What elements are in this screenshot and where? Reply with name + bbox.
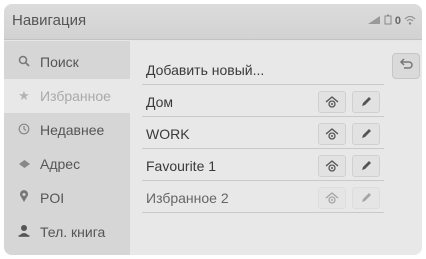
- sidebar-item-favorites[interactable]: ★ Избранное: [4, 79, 130, 113]
- back-arrow-icon: [399, 57, 413, 75]
- poi-pin-icon: [16, 190, 32, 206]
- clock-icon: [16, 123, 32, 138]
- sidebar-item-label: POI: [40, 190, 65, 206]
- pencil-icon: [360, 128, 372, 140]
- contact-icon: [16, 224, 32, 240]
- address-icon: [16, 157, 32, 172]
- add-new-favorite-button[interactable]: Добавить новый...: [142, 55, 384, 85]
- battery-icon: [384, 14, 392, 28]
- favorite-name: WORK: [146, 125, 190, 142]
- sidebar-item-phonebook[interactable]: Тел. книга: [4, 215, 130, 249]
- home-pin-icon: [324, 191, 340, 205]
- home-pin-icon: [324, 159, 340, 173]
- status-area: 0: [367, 14, 416, 28]
- home-pin-icon: [324, 127, 340, 141]
- set-home-button[interactable]: [318, 155, 346, 177]
- sidebar-item-label: Тел. книга: [40, 224, 106, 240]
- page-title: Навигация: [12, 12, 87, 29]
- edit-button[interactable]: [352, 91, 380, 113]
- home-pin-icon: [324, 95, 340, 109]
- sidebar: Поиск ★ Избранное Недавнее Адрес POI Тел…: [4, 41, 130, 255]
- set-home-button[interactable]: [318, 123, 346, 145]
- favorite-name: Избранное 2: [146, 189, 229, 206]
- back-button[interactable]: [392, 53, 420, 79]
- pencil-icon: [360, 96, 372, 108]
- signal-icon: [367, 15, 381, 28]
- edit-button: [352, 187, 380, 209]
- header-bar: Навигация 0: [4, 4, 422, 40]
- sidebar-item-address[interactable]: Адрес: [4, 147, 130, 181]
- set-home-button[interactable]: [318, 91, 346, 113]
- edit-button[interactable]: [352, 155, 380, 177]
- sidebar-item-label: Недавнее: [40, 122, 105, 138]
- sidebar-item-poi[interactable]: POI: [4, 181, 130, 215]
- set-home-button: [318, 187, 346, 209]
- pencil-icon: [360, 160, 372, 172]
- edit-button[interactable]: [352, 123, 380, 145]
- sidebar-item-search[interactable]: Поиск: [4, 45, 130, 79]
- star-icon: ★: [18, 88, 30, 103]
- sidebar-item-recent[interactable]: Недавнее: [4, 113, 130, 147]
- favorite-name: Favourite 1: [146, 157, 217, 174]
- wifi-icon: [404, 15, 416, 28]
- status-count: 0: [394, 15, 401, 27]
- favorite-row-work[interactable]: WORK: [142, 119, 384, 149]
- sidebar-item-label: Избранное: [40, 88, 111, 104]
- favorites-panel: Добавить новый... Дом WORK Favourite 1 И…: [130, 41, 422, 255]
- add-new-label: Добавить новый...: [146, 61, 265, 78]
- favorite-row-home[interactable]: Дом: [142, 87, 384, 117]
- favorite-row-favorite-2[interactable]: Избранное 2: [142, 183, 384, 213]
- sidebar-item-label: Поиск: [40, 54, 79, 70]
- search-icon: [16, 55, 32, 70]
- navigation-screen: Навигация 0 Поиск ★ Избранное Недавнее А…: [4, 4, 422, 255]
- favorite-name: Дом: [146, 93, 174, 110]
- sidebar-item-label: Адрес: [40, 156, 81, 172]
- favorite-row-favourite-1[interactable]: Favourite 1: [142, 151, 384, 181]
- pencil-icon: [360, 192, 372, 204]
